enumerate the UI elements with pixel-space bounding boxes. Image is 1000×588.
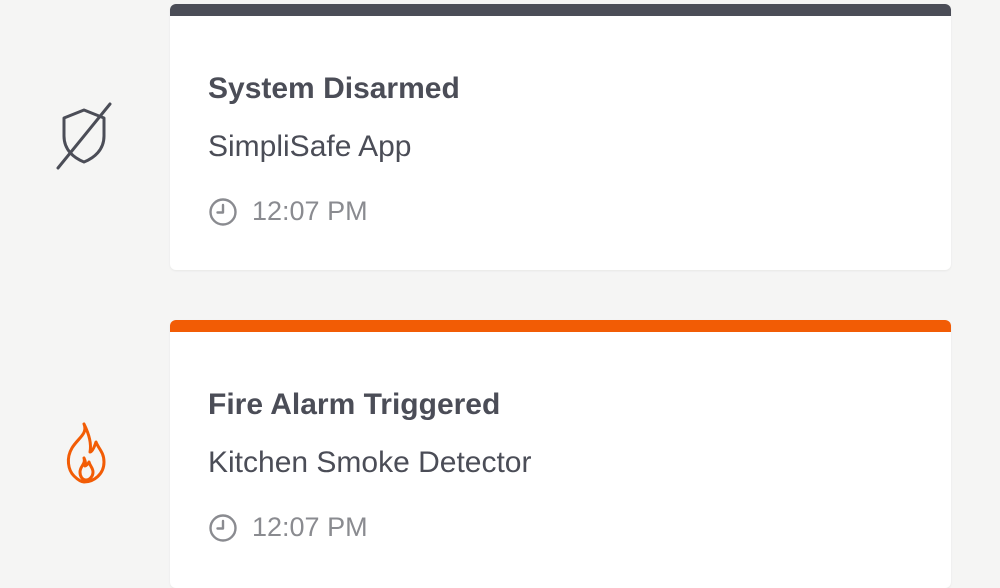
- event-row-system-disarmed: System Disarmed SimpliSafe App 12:07 PM: [0, 0, 1000, 290]
- event-time: 12:07 PM: [208, 196, 368, 227]
- event-source: SimpliSafe App: [208, 130, 412, 163]
- clock-icon: [209, 197, 237, 226]
- event-time: 12:07 PM: [208, 512, 368, 543]
- event-title: System Disarmed: [208, 72, 460, 105]
- event-timeline: System Disarmed SimpliSafe App 12:07 PM: [0, 0, 1000, 588]
- event-time-label: 12:07 PM: [252, 512, 368, 542]
- event-source: Kitchen Smoke Detector: [208, 446, 532, 479]
- event-title: Fire Alarm Triggered: [208, 388, 501, 421]
- event-row-fire-alarm: Fire Alarm Triggered Kitchen Smoke Detec…: [0, 290, 1000, 588]
- card-accent-bar: [170, 320, 951, 332]
- card-accent-bar: [170, 4, 951, 16]
- event-time-label: 12:07 PM: [252, 196, 368, 226]
- shield-off-icon: [48, 100, 120, 172]
- event-card[interactable]: System Disarmed SimpliSafe App 12:07 PM: [170, 4, 951, 270]
- flame-icon: [48, 418, 120, 490]
- clock-icon: [209, 513, 237, 542]
- event-card[interactable]: Fire Alarm Triggered Kitchen Smoke Detec…: [170, 320, 951, 588]
